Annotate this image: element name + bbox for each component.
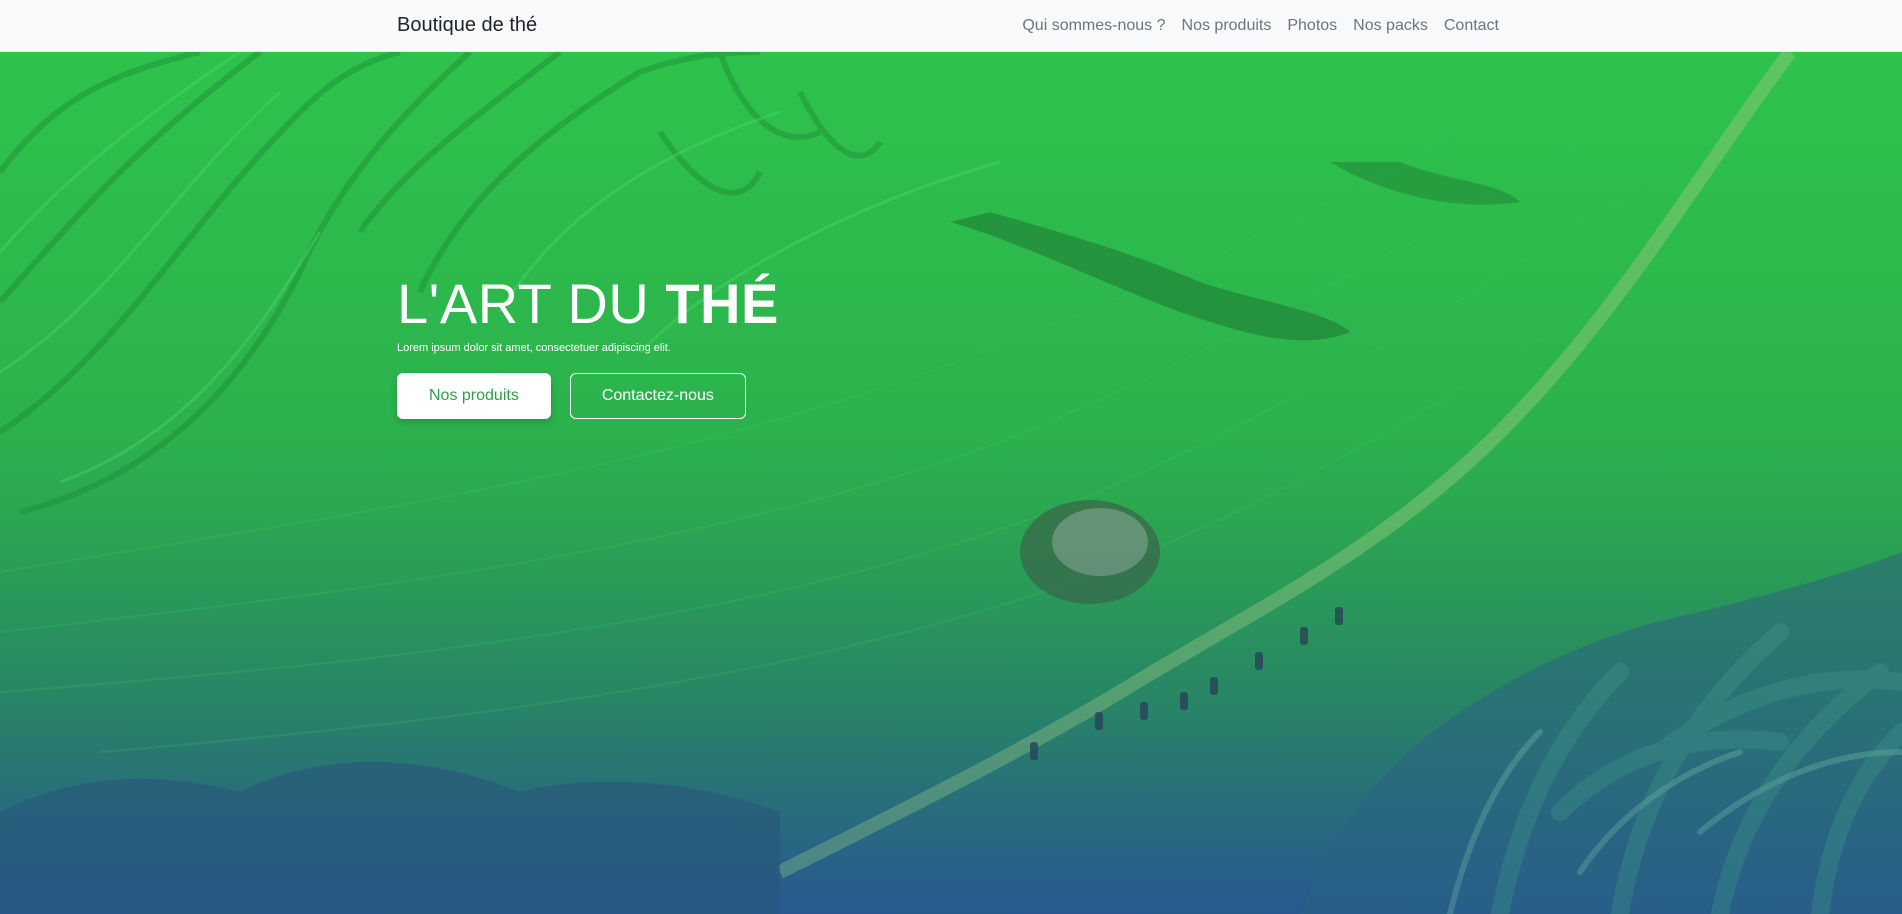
navbar: Boutique de thé Qui sommes-nous ? Nos pr… [0, 0, 1902, 52]
hero-overlay [0, 52, 1902, 914]
nos-produits-button[interactable]: Nos produits [397, 373, 551, 419]
nav-links: Qui sommes-nous ? Nos produits Photos No… [1022, 0, 1499, 52]
brand-link[interactable]: Boutique de thé [397, 0, 537, 52]
hero-buttons: Nos produits Contactez-nous [397, 373, 997, 419]
nav-link-nos-produits[interactable]: Nos produits [1182, 17, 1272, 35]
hero-title: L'ART DU THÉ [397, 270, 997, 338]
hero-title-light: L'ART DU [397, 272, 666, 335]
nav-link-qui-sommes-nous[interactable]: Qui sommes-nous ? [1022, 17, 1165, 35]
hero-subtitle: Lorem ipsum dolor sit amet, consectetuer… [397, 342, 671, 354]
nav-link-photos[interactable]: Photos [1287, 17, 1337, 35]
contactez-nous-button[interactable]: Contactez-nous [569, 373, 746, 419]
hero-section: L'ART DU THÉ Lorem ipsum dolor sit amet,… [0, 52, 1902, 914]
hero-title-bold: THÉ [665, 272, 779, 335]
nav-link-contact[interactable]: Contact [1444, 17, 1499, 35]
hero-content: L'ART DU THÉ Lorem ipsum dolor sit amet,… [397, 270, 997, 419]
nav-link-nos-packs[interactable]: Nos packs [1353, 17, 1428, 35]
